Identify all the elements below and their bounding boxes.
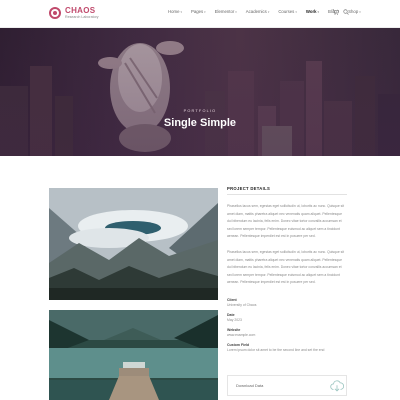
nav-item-label: Academics [245, 9, 267, 14]
nav-item-academics[interactable]: Academics ▾ [246, 9, 270, 14]
hero-banner: PORTFOLIO Single Simple [0, 28, 400, 156]
chevron-down-icon: ▾ [295, 9, 297, 14]
hero-subtitle: PORTFOLIO [183, 109, 217, 113]
details-paragraph: Phasellus lacus sem, egestas eget sollic… [227, 249, 345, 285]
portfolio-image-mountains[interactable] [49, 188, 218, 300]
brand-tagline: Research Laboratory [65, 15, 99, 19]
meta-custom-field: Custom Field Lorem ipsum dolor sit amet … [227, 343, 347, 352]
project-details-title: PROJECT DETAILS [227, 186, 271, 191]
nav-item-label: Elementor [214, 9, 235, 14]
chevron-down-icon: ▾ [317, 9, 320, 14]
portfolio-image-lake[interactable] [49, 310, 218, 400]
brand-name: CHAOS [65, 6, 96, 15]
meta-date: Date May 2023 [227, 313, 347, 322]
lake-dock-image [49, 310, 218, 400]
logo-text: CHAOS Research Laboratory [65, 7, 99, 20]
meta-label: Website [227, 327, 241, 332]
page: CHAOS Research Laboratory Home ▾ Pages ▾ E… [0, 0, 400, 400]
meta-value: May 2023 [227, 317, 242, 322]
site-header: CHAOS Research Laboratory Home ▾ Pages ▾ E… [0, 0, 400, 28]
page-title: Single Simple [163, 117, 237, 129]
meta-value: Lorem ipsum dolor sit amet to be the sec… [227, 347, 325, 352]
site-logo[interactable]: CHAOS Research Laboratory [49, 7, 99, 20]
nav-item-pages[interactable]: Pages ▾ [191, 9, 206, 14]
meta-client: Client University of Chaos [227, 298, 347, 307]
meta-value: University of Chaos [227, 302, 257, 307]
search-icon[interactable] [343, 9, 349, 15]
nav-item-elementor[interactable]: Elementor ▾ [215, 9, 237, 14]
nav-item-label: Courses [278, 9, 295, 14]
meta-website: Website www.example.com [227, 328, 347, 337]
nav-item-work[interactable]: Work ▾ [306, 9, 319, 14]
mountain-clouds-image [49, 188, 218, 300]
project-details: PROJECT DETAILS Phasellus lacus sem, ege… [227, 186, 347, 358]
meta-label: Client [227, 297, 237, 302]
nav-item-shop[interactable]: Shop ▾ [348, 9, 361, 14]
download-label: Download Data [236, 383, 264, 388]
meta-label: Custom Field [227, 342, 250, 347]
chevron-down-icon: ▾ [359, 9, 361, 14]
chevron-down-icon: ▾ [180, 9, 182, 14]
meta-label: Date [227, 312, 235, 317]
nav-item-label: Home [168, 9, 180, 14]
nav-item-label: Work [305, 9, 317, 14]
cloud-download-icon [330, 380, 344, 392]
details-paragraph: Phasellus lacus sem, egestas eget sollic… [227, 204, 345, 239]
nav-item-label: Pages [190, 9, 204, 14]
nav-item-courses[interactable]: Courses ▾ [278, 9, 297, 14]
meta-website-link[interactable]: www.example.com [227, 333, 347, 337]
nav-item-label: Shop [348, 9, 359, 14]
logo-mark-icon [49, 7, 61, 20]
chevron-down-icon: ▾ [235, 9, 237, 14]
project-meta: Client University of Chaos Date May 2023… [227, 298, 347, 352]
cart-icon[interactable]: 0 [332, 9, 339, 15]
download-button[interactable]: Download Data [227, 375, 347, 396]
hero-overlay [0, 28, 400, 156]
nav-item-home[interactable]: Home ▾ [168, 9, 182, 14]
chevron-down-icon: ▾ [204, 9, 206, 14]
chevron-down-icon: ▾ [267, 9, 270, 14]
divider [227, 194, 347, 195]
main-nav: Home ▾ Pages ▾ Elementor ▾ Academics ▾ Cours… [168, 9, 370, 14]
